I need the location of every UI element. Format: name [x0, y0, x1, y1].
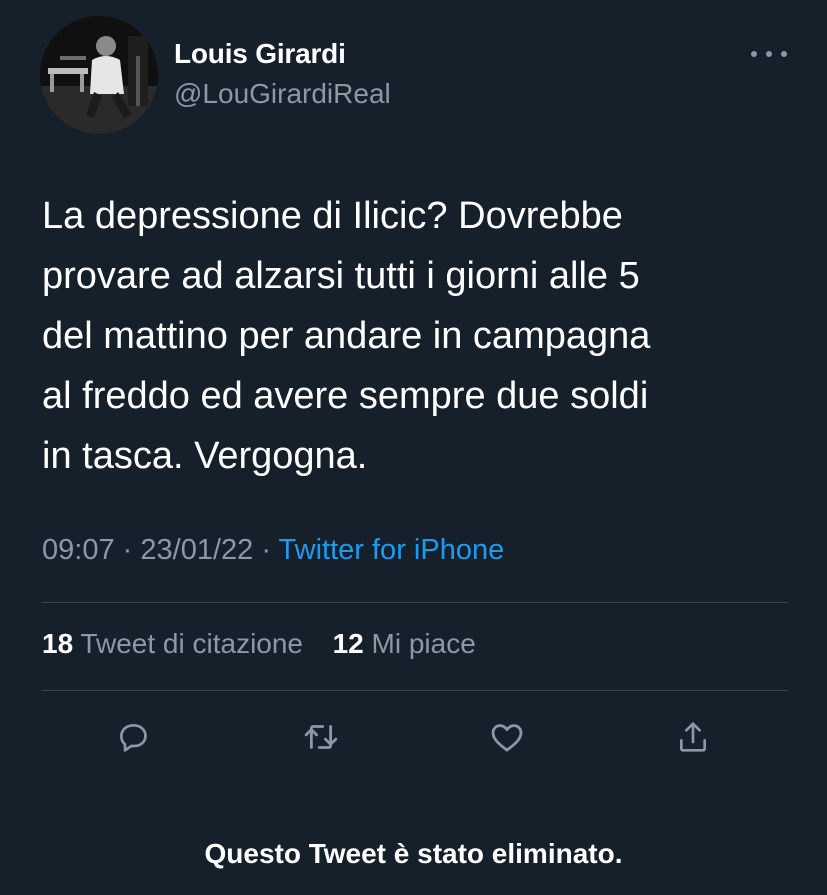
like-label: Mi piace [371, 628, 476, 659]
tweet-date[interactable]: 23/01/22 [140, 534, 253, 566]
quote-label: Tweet di citazione [80, 628, 304, 659]
user-name[interactable]: Louis Girardi [174, 38, 346, 70]
more-options-icon[interactable] [751, 40, 787, 68]
divider [42, 690, 788, 691]
avatar[interactable] [40, 16, 158, 134]
tweet-meta: 09:07 · 23/01/22 · Twitter for iPhone [42, 534, 504, 567]
action-bar [0, 712, 827, 762]
divider [42, 602, 788, 603]
like-icon[interactable] [482, 712, 532, 762]
retweet-icon[interactable] [296, 712, 346, 762]
dot [751, 51, 757, 57]
user-handle[interactable]: @LouGirardiReal [174, 78, 391, 110]
quote-tweets-stat[interactable]: 18 Tweet di citazione [42, 628, 303, 659]
dot [766, 51, 772, 57]
tweet-text: La depressione di Ilicic? Dovrebbe prova… [42, 195, 651, 477]
deleted-notice: Questo Tweet è stato eliminato. [204, 838, 623, 869]
meta-separator: · [261, 534, 271, 566]
avatar-photo [40, 16, 158, 134]
likes-stat[interactable]: 12 Mi piace [333, 628, 476, 659]
reply-icon[interactable] [108, 712, 158, 762]
like-count: 12 [332, 628, 364, 659]
tweet: Louis Girardi @LouGirardiReal La depress… [0, 0, 827, 895]
tweet-source-link[interactable]: Twitter for iPhone [279, 534, 505, 566]
tweet-time[interactable]: 09:07 [42, 534, 115, 566]
quote-count: 18 [42, 628, 74, 659]
share-icon[interactable] [668, 712, 718, 762]
tweet-stats: 18 Tweet di citazione 12 Mi piace [42, 628, 476, 660]
meta-separator: · [122, 534, 133, 566]
dot [781, 51, 787, 57]
